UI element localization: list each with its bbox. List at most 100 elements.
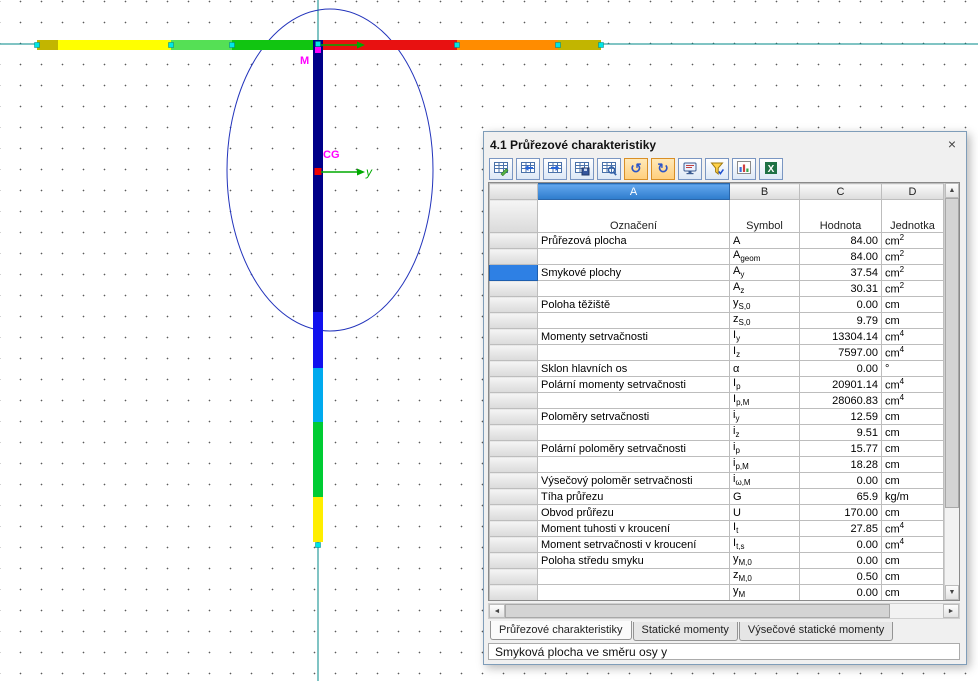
designation-cell[interactable]: [537, 568, 730, 585]
designation-cell[interactable]: Momenty setrvačnosti: [537, 328, 730, 345]
value-cell[interactable]: 12.59: [799, 408, 882, 425]
symbol-cell[interactable]: yM: [729, 584, 800, 600]
value-cell[interactable]: 37.54: [799, 264, 882, 281]
designation-cell[interactable]: [537, 456, 730, 473]
unit-cell[interactable]: kg/m: [881, 488, 944, 505]
designation-cell[interactable]: [537, 344, 730, 361]
web-segment[interactable]: [313, 312, 323, 368]
row-header-cell[interactable]: [489, 344, 538, 361]
web-segment[interactable]: [313, 368, 323, 422]
node-marker[interactable]: [229, 42, 235, 48]
value-cell[interactable]: 30.31: [799, 280, 882, 297]
web-segment[interactable]: [313, 497, 323, 542]
horizontal-scrollbar[interactable]: ◄ ►: [488, 603, 960, 619]
unit-cell[interactable]: cm4: [881, 344, 944, 361]
designation-cell[interactable]: [537, 392, 730, 409]
unit-cell[interactable]: cm: [881, 584, 944, 600]
horizontal-scroll-track[interactable]: [505, 604, 943, 618]
node-marker[interactable]: [34, 42, 40, 48]
value-cell[interactable]: 0.00: [799, 536, 882, 553]
symbol-cell[interactable]: Ay: [729, 264, 800, 281]
vertical-scroll-thumb[interactable]: [945, 198, 959, 508]
unit-cell[interactable]: cm: [881, 568, 944, 585]
centroid-marker[interactable]: [314, 168, 322, 175]
designation-cell[interactable]: Moment setrvačnosti v kroucení: [537, 536, 730, 553]
table-view-button[interactable]: [597, 158, 621, 180]
unit-cell[interactable]: cm2: [881, 248, 944, 265]
unit-cell[interactable]: cm2: [881, 280, 944, 297]
column-header-c[interactable]: C: [799, 183, 882, 200]
unit-cell[interactable]: cm: [881, 472, 944, 489]
designation-cell[interactable]: [537, 584, 730, 600]
symbol-cell[interactable]: Iy: [729, 328, 800, 345]
designation-cell[interactable]: Poloha středu smyku: [537, 552, 730, 569]
export-excel-button[interactable]: X: [759, 158, 783, 180]
row-header-cell[interactable]: [489, 312, 538, 329]
designation-cell[interactable]: Polární poloměry setrvačnosti: [537, 440, 730, 457]
value-cell[interactable]: 15.77: [799, 440, 882, 457]
designation-cell[interactable]: Polární momenty setrvačnosti: [537, 376, 730, 393]
row-header-cell[interactable]: [489, 424, 538, 441]
row-header-cell[interactable]: [489, 440, 538, 457]
node-marker[interactable]: [454, 42, 460, 48]
save-table-button[interactable]: [570, 158, 594, 180]
shear-center-marker[interactable]: [315, 47, 321, 53]
edit-table-button[interactable]: [489, 158, 513, 180]
symbol-cell[interactable]: Ageom: [729, 248, 800, 265]
designation-cell[interactable]: Tíha průřezu: [537, 488, 730, 505]
tab-staticke-momenty[interactable]: Statické momenty: [632, 622, 738, 641]
flange-segment[interactable]: [558, 40, 601, 50]
panel-titlebar[interactable]: 4.1 Průřezové charakteristiky ×: [484, 132, 966, 155]
column-header-b[interactable]: B: [729, 183, 800, 200]
value-cell[interactable]: 18.28: [799, 456, 882, 473]
designation-cell[interactable]: Poloměry setrvačnosti: [537, 408, 730, 425]
web-segment[interactable]: [313, 40, 323, 312]
symbol-cell[interactable]: yS,0: [729, 296, 800, 313]
unit-cell[interactable]: cm4: [881, 328, 944, 345]
symbol-cell[interactable]: ip: [729, 440, 800, 457]
row-header-cell[interactable]: [489, 264, 538, 281]
symbol-cell[interactable]: yM,0: [729, 552, 800, 569]
value-cell[interactable]: 84.00: [799, 248, 882, 265]
designation-cell[interactable]: Výsečový poloměr setrvačnosti: [537, 472, 730, 489]
symbol-cell[interactable]: iω,M: [729, 472, 800, 489]
row-header-cell[interactable]: [489, 296, 538, 313]
symbol-cell[interactable]: iz: [729, 424, 800, 441]
row-header-cell[interactable]: [489, 504, 538, 521]
unit-cell[interactable]: cm: [881, 456, 944, 473]
scroll-right-icon[interactable]: ►: [943, 604, 959, 618]
value-cell[interactable]: 28060.83: [799, 392, 882, 409]
value-cell[interactable]: 9.51: [799, 424, 882, 441]
row-header-corner-cell[interactable]: [489, 199, 538, 233]
row-header-cell[interactable]: [489, 536, 538, 553]
unit-cell[interactable]: cm4: [881, 392, 944, 409]
result-display-button[interactable]: [678, 158, 702, 180]
rotate-view-left-button[interactable]: ↺: [624, 158, 648, 180]
designation-cell[interactable]: Poloha těžiště: [537, 296, 730, 313]
unit-cell[interactable]: cm4: [881, 536, 944, 553]
unit-cell[interactable]: °: [881, 360, 944, 377]
vertical-scroll-track[interactable]: [945, 198, 959, 585]
filter-results-button[interactable]: [705, 158, 729, 180]
node-marker[interactable]: [168, 42, 174, 48]
row-header-cell[interactable]: [489, 360, 538, 377]
symbol-cell[interactable]: Iz: [729, 344, 800, 361]
designation-cell[interactable]: Průřezová plocha: [537, 232, 730, 249]
value-cell[interactable]: 0.00: [799, 360, 882, 377]
value-cell[interactable]: 0.00: [799, 472, 882, 489]
row-header-cell[interactable]: [489, 488, 538, 505]
symbol-cell[interactable]: G: [729, 488, 800, 505]
value-cell[interactable]: 9.79: [799, 312, 882, 329]
symbol-cell[interactable]: zS,0: [729, 312, 800, 329]
row-header-cell[interactable]: [489, 552, 538, 569]
horizontal-scroll-thumb[interactable]: [505, 604, 891, 618]
row-header-cell[interactable]: [489, 568, 538, 585]
unit-cell[interactable]: cm4: [881, 376, 944, 393]
row-header-cell[interactable]: [489, 376, 538, 393]
unit-cell[interactable]: cm: [881, 440, 944, 457]
row-header-cell[interactable]: [489, 520, 538, 537]
node-marker[interactable]: [315, 542, 321, 548]
symbol-cell[interactable]: Az: [729, 280, 800, 297]
unit-cell[interactable]: cm: [881, 424, 944, 441]
tab-prurezove-charakteristiky[interactable]: Průřezové charakteristiky: [490, 621, 632, 640]
